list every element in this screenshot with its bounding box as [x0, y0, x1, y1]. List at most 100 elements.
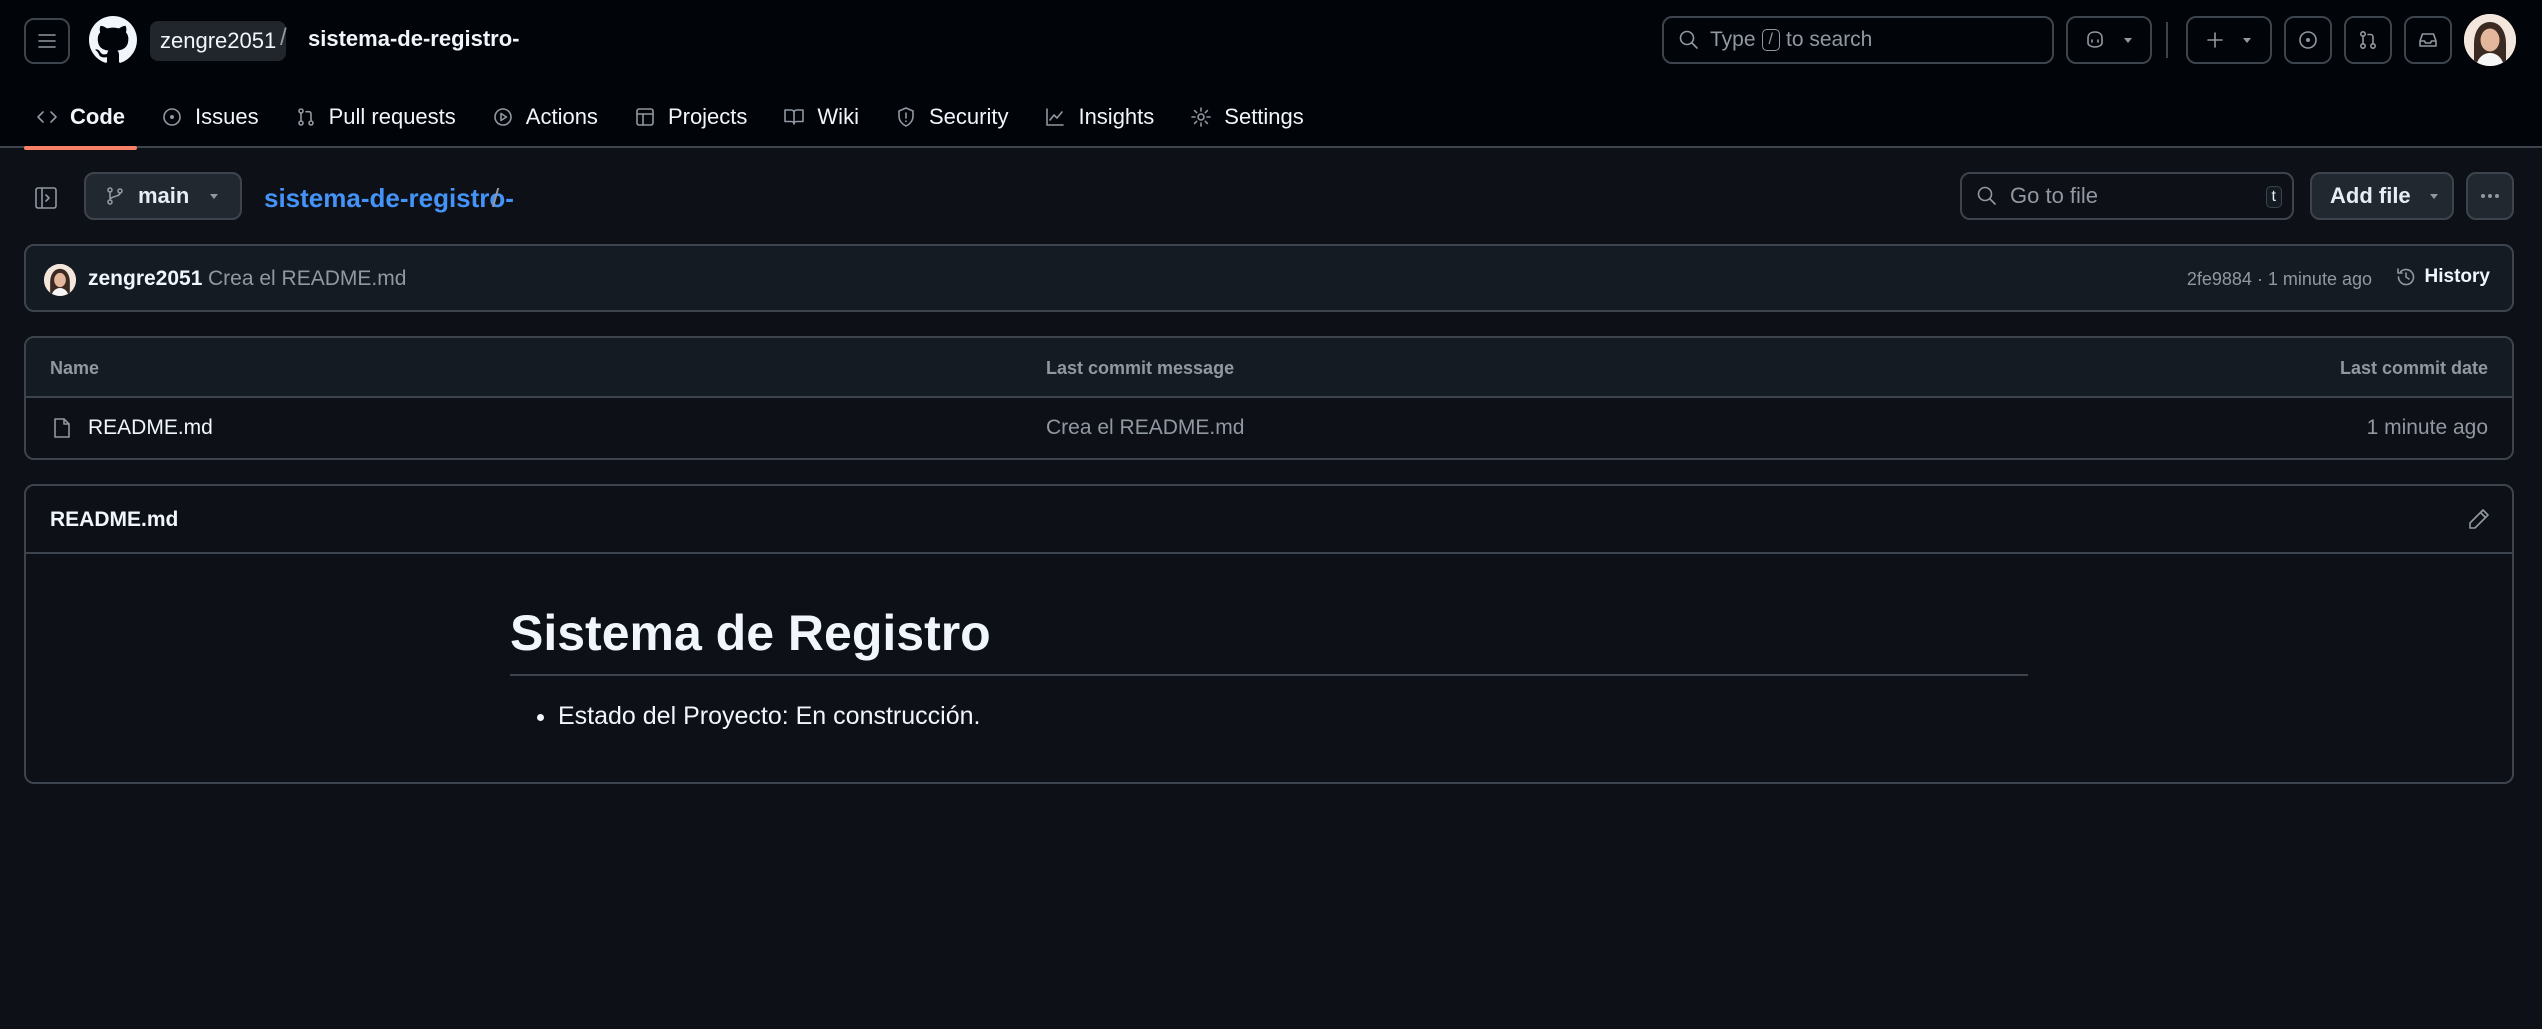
kebab-horizontal-icon	[2481, 194, 2499, 198]
add-file-label: Add file	[2330, 183, 2411, 208]
sidebar-expand-icon	[35, 187, 57, 209]
readme-title[interactable]: README.md	[50, 508, 178, 532]
column-last-commit-message: Last commit message	[1046, 358, 1235, 378]
file-commit-date: 1 minute ago	[2366, 416, 2488, 439]
play-icon	[493, 108, 512, 126]
commit-hash-time[interactable]: 2fe9884 · 1 minute ago	[2187, 269, 2372, 290]
plus-icon	[2207, 32, 2223, 48]
tab-actions[interactable]: Actions	[480, 86, 610, 148]
issue-icon	[2299, 31, 2317, 49]
avatar-image	[2464, 14, 2516, 66]
book-icon	[784, 109, 805, 125]
breadcrumb-repo-link[interactable]: sistema-de-registro-	[264, 183, 514, 214]
shield-icon	[898, 107, 914, 127]
tab-wiki-label: Wiki	[817, 104, 859, 129]
issue-icon	[163, 108, 181, 126]
pull-request-icon	[2360, 30, 2377, 50]
file-icon	[54, 418, 70, 438]
app-header: zengre2051 / sistema-de-registro- Type /…	[0, 0, 2542, 150]
list-item: Estado del Proyecto: En construcción.	[558, 702, 2028, 731]
code-icon	[37, 111, 57, 123]
tab-settings-label: Settings	[1224, 104, 1304, 129]
readme-content: Sistema de Registro Estado del Proyecto:…	[510, 604, 2028, 731]
go-to-file-shortcut: t	[2265, 186, 2282, 208]
tab-code-label: Code	[70, 104, 125, 129]
readme-heading: Sistema de Registro	[510, 604, 2028, 676]
readme-panel: README.md Sistema de Registro Estado del…	[24, 484, 2514, 784]
tab-pull-requests[interactable]: Pull requests	[283, 86, 468, 148]
tab-insights[interactable]: Insights	[1032, 86, 1166, 148]
file-table: Name Last commit message Last commit dat…	[24, 336, 2514, 460]
hamburger-icon	[38, 34, 56, 48]
file-commit-message-link[interactable]: Crea el README.md	[1046, 416, 1244, 440]
commit-author-avatar[interactable]	[44, 264, 76, 296]
history-button[interactable]: History	[2395, 266, 2490, 288]
branch-selector[interactable]: main	[84, 172, 242, 220]
github-logo-icon[interactable]	[89, 16, 137, 64]
commit-message-link[interactable]: Crea el README.md	[208, 267, 406, 291]
path-separator: /	[280, 24, 287, 51]
tab-issues-label: Issues	[195, 104, 259, 129]
owner-link[interactable]: zengre2051	[150, 21, 287, 61]
chevron-down-icon	[2243, 38, 2251, 43]
chevron-down-icon	[2124, 38, 2132, 43]
breadcrumb-separator: /	[492, 183, 500, 213]
search-shortcut-key: /	[1761, 29, 1780, 51]
readme-header: README.md	[26, 486, 2512, 554]
table-icon	[636, 108, 654, 126]
pencil-icon	[2469, 509, 2489, 529]
chevron-down-icon	[210, 194, 219, 199]
commit-author-link[interactable]: zengre2051	[88, 267, 202, 291]
inbox-icon	[2419, 33, 2437, 47]
pull-request-icon	[297, 108, 314, 126]
latest-commit-bar: zengre2051 Crea el README.md 2fe9884 · 1…	[24, 244, 2514, 312]
repo-nav: Code Issues Pull requests Actions Projec…	[24, 86, 1328, 150]
menu-button[interactable]	[24, 18, 70, 64]
go-to-file-placeholder: Go to file	[2010, 183, 2099, 208]
header-divider	[2166, 22, 2168, 58]
pull-requests-button[interactable]	[2344, 16, 2392, 64]
more-options-button[interactable]	[2466, 172, 2514, 220]
avatar-image	[44, 264, 76, 296]
git-branch-icon	[107, 187, 123, 205]
history-icon	[2396, 268, 2414, 286]
tab-wiki[interactable]: Wiki	[771, 86, 871, 148]
branch-name: main	[138, 183, 190, 208]
tab-security-label: Security	[928, 104, 1009, 129]
search-icon	[1977, 186, 1996, 205]
edit-readme-button[interactable]	[2466, 506, 2492, 532]
gear-icon	[1191, 107, 1212, 127]
search-prefix: Type	[1710, 28, 1756, 51]
tab-projects[interactable]: Projects	[622, 86, 759, 148]
search-input[interactable]: Type / to search	[1662, 16, 2054, 64]
search-suffix: to search	[1785, 28, 1873, 51]
copilot-icon	[2087, 31, 2103, 48]
history-label: History	[2424, 266, 2490, 287]
column-last-commit-date: Last commit date	[2339, 358, 2488, 378]
search-icon	[1679, 30, 1698, 49]
tab-projects-label: Projects	[667, 104, 748, 129]
user-avatar[interactable]	[2464, 14, 2516, 66]
tab-settings[interactable]: Settings	[1178, 86, 1316, 148]
graph-icon	[1046, 108, 1065, 126]
tab-pull-requests-label: Pull requests	[328, 104, 456, 129]
repo-name-link[interactable]: sistema-de-registro-	[308, 26, 520, 52]
file-table-header: Name Last commit message Last commit dat…	[26, 338, 2512, 398]
create-new-button[interactable]	[2186, 16, 2272, 64]
tab-security[interactable]: Security	[883, 86, 1020, 148]
tab-insights-label: Insights	[1078, 104, 1155, 129]
inbox-button[interactable]	[2404, 16, 2452, 64]
issues-button[interactable]	[2284, 16, 2332, 64]
file-name-link[interactable]: README.md	[88, 416, 213, 440]
copilot-button[interactable]	[2066, 16, 2152, 64]
tab-actions-label: Actions	[525, 104, 598, 129]
add-file-button[interactable]: Add file	[2310, 172, 2454, 220]
go-to-file-input[interactable]: Go to file t	[1960, 172, 2294, 220]
column-name: Name	[50, 358, 100, 378]
table-row[interactable]: README.md Crea el README.md 1 minute ago	[26, 398, 2512, 458]
readme-list: Estado del Proyecto: En construcción.	[510, 702, 2028, 731]
tab-issues[interactable]: Issues	[149, 86, 271, 148]
file-tree-toggle[interactable]	[28, 180, 64, 216]
tab-code[interactable]: Code	[24, 86, 137, 150]
chevron-down-icon	[2429, 194, 2438, 199]
